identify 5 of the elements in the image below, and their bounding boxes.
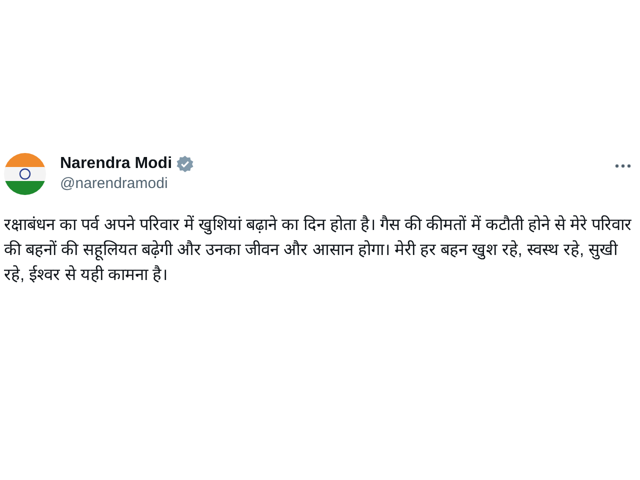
avatar[interactable] (4, 152, 46, 194)
author-handle[interactable]: @narendramodi (60, 175, 600, 192)
author-name[interactable]: Narendra Modi (60, 155, 172, 173)
more-options-icon[interactable] (614, 162, 632, 168)
post-text: रक्षाबंधन का पर्व अपने परिवार में खुशियां बढ़ाने का दिन होता है। गैस की कीमतों में कटौती होने से मेरे परिवार की बहनों की सहूलियत बढ़ेगी और उनका जीवन और आसान होगा। मेरी हर बहन खुश रहे, स्वस्थ रहे, सुखी रहे, ईश्वर से यही कामना है। (3, 214, 633, 286)
